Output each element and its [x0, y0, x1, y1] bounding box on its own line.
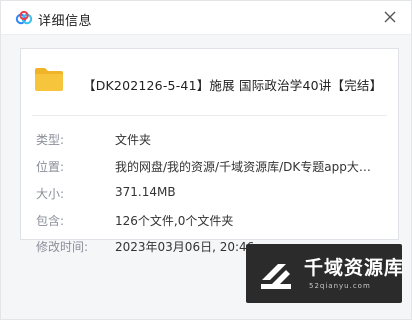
- brand-logo-icon: [261, 264, 291, 289]
- detail-value-type: 文件夹: [115, 133, 152, 147]
- watermark-badge: 千域资源库 52qianyu.com: [246, 244, 405, 303]
- details-dialog: 详细信息 【DK202126-5-41】施展 国际政治学40讲【完结】 类型: …: [0, 0, 412, 320]
- detail-row-size: 大小: 371.14MB: [21, 182, 398, 202]
- detail-value-modified: 2023年03月06日, 20:46: [115, 240, 255, 254]
- detail-label-contains: 包含:: [36, 214, 65, 228]
- close-icon[interactable]: [379, 6, 401, 28]
- file-name: 【DK202126-5-41】施展 国际政治学40讲【完结】: [83, 78, 383, 93]
- dialog-title: 详细信息: [38, 14, 93, 29]
- detail-value-location[interactable]: 我的网盘/我的资源/千域资源库/DK专题app大课...: [115, 158, 381, 175]
- detail-row-contains: 包含: 126个文件,0个文件夹: [21, 209, 398, 229]
- folder-icon: [35, 68, 63, 91]
- watermark-brand: 千域资源库: [304, 257, 405, 279]
- watermark-url: 52qianyu.com: [309, 282, 371, 290]
- details-card: 【DK202126-5-41】施展 国际政治学40讲【完结】 类型: 文件夹 位…: [20, 48, 399, 254]
- detail-row-type: 类型: 文件夹: [21, 128, 398, 148]
- cloud-logo-icon: [15, 11, 33, 25]
- detail-row-location: 位置: 我的网盘/我的资源/千域资源库/DK专题app大课...: [21, 155, 398, 175]
- detail-label-type: 类型:: [36, 133, 65, 147]
- detail-label-modified: 修改时间:: [36, 240, 89, 254]
- detail-value-contains: 126个文件,0个文件夹: [115, 214, 234, 228]
- title-bar: 详细信息: [1, 1, 411, 35]
- divider: [32, 115, 387, 116]
- detail-value-size: 371.14MB: [115, 185, 176, 199]
- detail-label-size: 大小:: [36, 187, 65, 201]
- detail-label-location: 位置:: [36, 160, 65, 174]
- file-header: 【DK202126-5-41】施展 国际政治学40讲【完结】: [21, 49, 398, 109]
